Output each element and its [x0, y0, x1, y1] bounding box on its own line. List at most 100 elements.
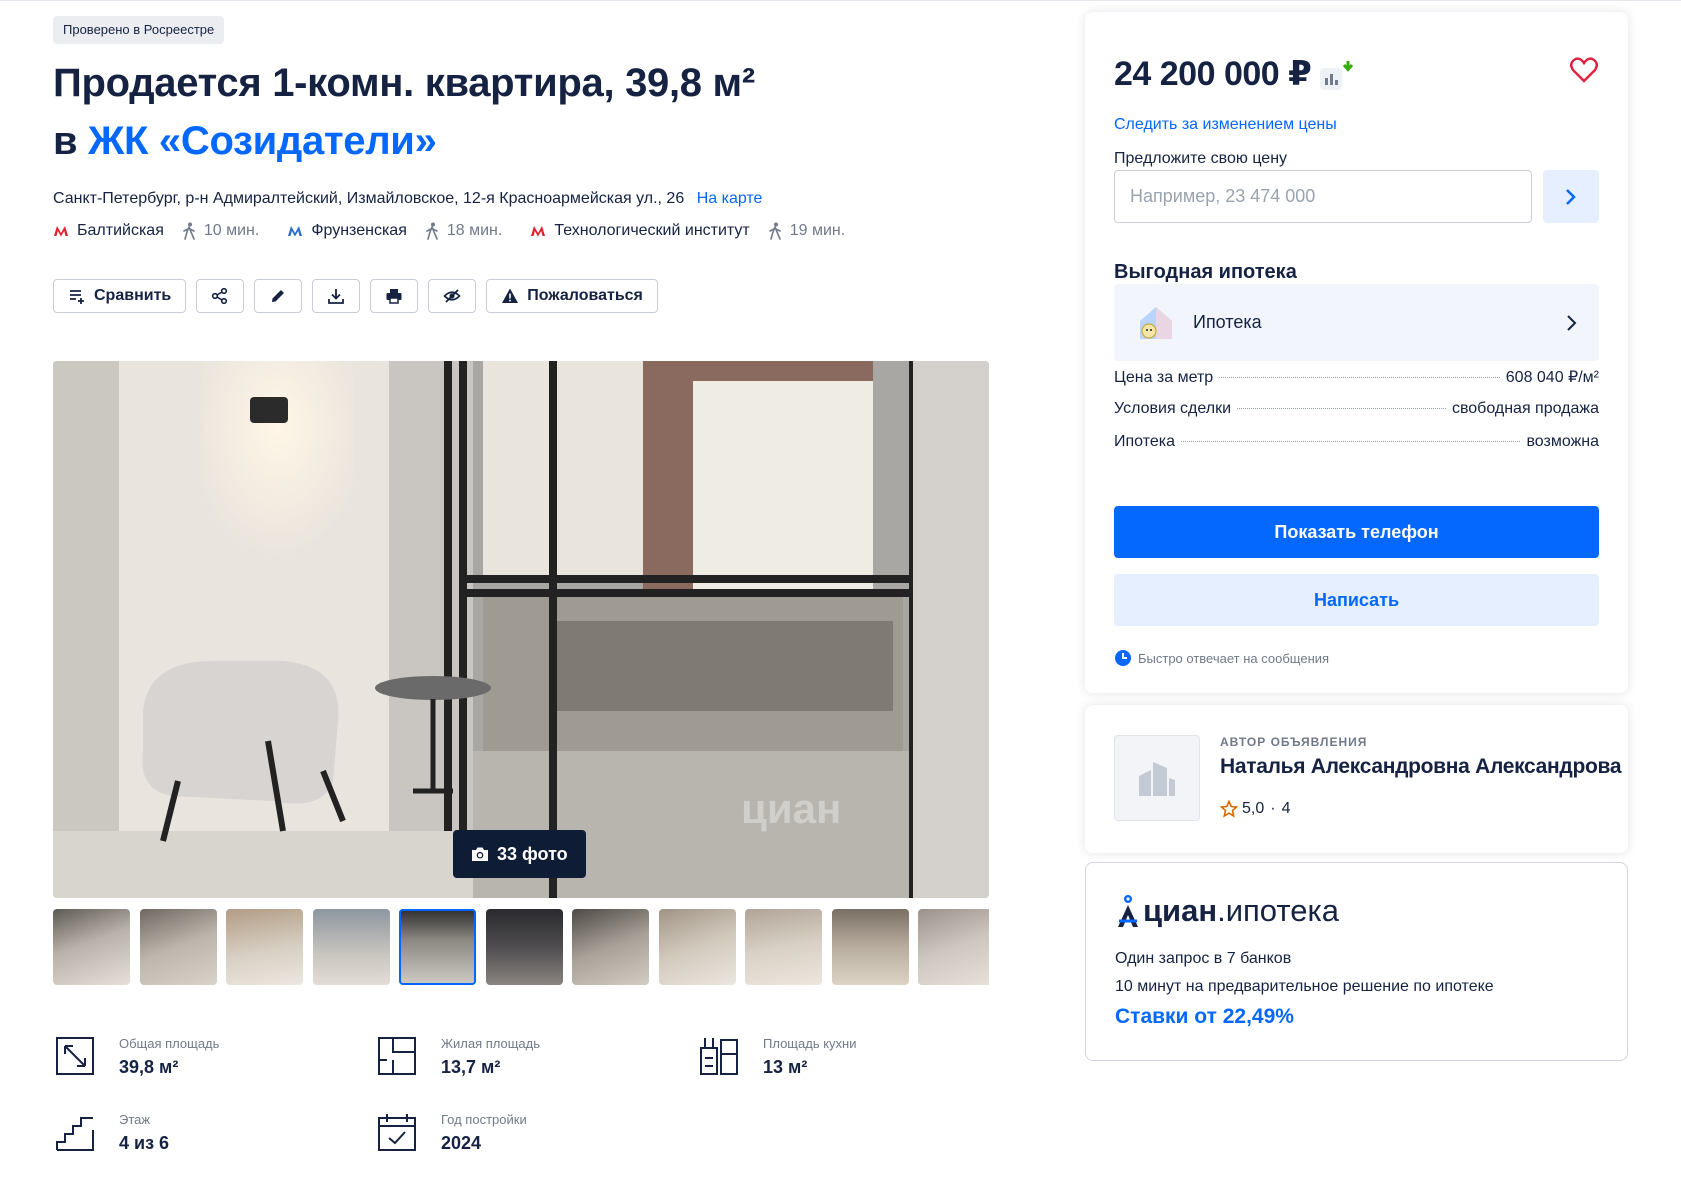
metro-item[interactable]: Технологический институт 19 мин.: [530, 222, 845, 240]
rosreestr-badge: Проверено в Росреестре: [53, 16, 225, 44]
top-divider: [0, 0, 1681, 1]
chevron-right-icon: [1566, 188, 1576, 205]
photo-count-button[interactable]: 33 фото: [453, 830, 586, 878]
author-card[interactable]: АВТОР ОБЪЯВЛЕНИЯ Наталья Александровна А…: [1085, 705, 1628, 853]
thumbnail[interactable]: [572, 909, 649, 985]
mortgage-row[interactable]: Ипотека: [1114, 284, 1599, 361]
follow-price-link[interactable]: Следить за изменением цены: [1114, 116, 1337, 134]
thumbnail[interactable]: [53, 909, 130, 985]
edit-button[interactable]: [254, 279, 303, 313]
download-button[interactable]: [312, 279, 361, 313]
photo-count-label: 33 фото: [497, 843, 568, 864]
calendar-icon: [378, 1114, 416, 1151]
spec-label: Условия сделки: [1114, 400, 1232, 417]
spec-value: свободная продажа: [1451, 400, 1599, 417]
area-icon: [56, 1037, 94, 1075]
page-title: Продается 1-комн. квартира, 39,8 м² в ЖК…: [53, 54, 755, 170]
thumbnail[interactable]: [918, 909, 989, 985]
cian-line-2: 10 минут на предварительное решение по и…: [1115, 978, 1494, 995]
offer-price-input[interactable]: Например, 23 474 000: [1114, 170, 1532, 223]
complain-button[interactable]: Пожаловаться: [486, 279, 658, 313]
main-photo[interactable]: циан 33 фото: [53, 361, 989, 898]
compare-button[interactable]: Сравнить: [53, 279, 187, 313]
show-phone-button[interactable]: Показать телефон: [1114, 506, 1599, 558]
spec-row: Ипотека возможна: [1114, 433, 1599, 451]
living-area-icon: [378, 1037, 416, 1075]
feature-value: 4 из 6: [119, 1133, 170, 1153]
price-history-icon[interactable]: [1318, 60, 1354, 92]
feature-label: Год постройки: [441, 1112, 527, 1127]
address: Санкт-Петербург, р-н Адмиралтейский, Изм…: [53, 190, 762, 208]
author-avatar: [1114, 735, 1200, 821]
fast-reply-text: Быстро отвечает на сообщения: [1138, 650, 1330, 666]
price-card: 24 200 000 ₽ Следить за изменением цены …: [1085, 12, 1628, 693]
walk-icon: [426, 222, 438, 240]
thumbnail-active[interactable]: [399, 909, 476, 985]
thumbnail[interactable]: [658, 909, 736, 985]
feature-total-area: Общая площадь 39,8 м²: [53, 1034, 219, 1078]
spec-value: возможна: [1526, 433, 1599, 450]
house-icon: [1140, 306, 1172, 339]
stairs-icon: [56, 1117, 94, 1151]
spec-dots: [1219, 377, 1500, 378]
thumbnail[interactable]: [831, 909, 909, 985]
hide-button[interactable]: [428, 279, 477, 313]
reviews-count: 4: [1281, 800, 1291, 817]
rating-value: 5,0: [1242, 800, 1265, 817]
map-link[interactable]: На карте: [697, 190, 763, 207]
download-icon: [328, 289, 345, 304]
thumbnail[interactable]: [745, 909, 822, 985]
feature-build-year: Год постройки 2024: [375, 1110, 527, 1154]
offer-price-label: Предложите свою цену: [1114, 150, 1288, 167]
compare-icon: [70, 290, 84, 304]
thumbnail-strip: [53, 909, 989, 985]
cian-line-1: Один запрос в 7 банков: [1115, 950, 1292, 967]
favorite-heart-icon[interactable]: [1569, 56, 1599, 84]
star-icon: [1220, 800, 1238, 818]
share-button[interactable]: [196, 279, 245, 313]
compare-label: Сравнить: [94, 287, 172, 304]
offer-submit-button[interactable]: [1543, 170, 1599, 223]
metro-name: Технологический институт: [554, 222, 750, 239]
feature-floor: Этаж 4 из 6: [53, 1110, 169, 1154]
pencil-icon: [272, 290, 285, 302]
cian-rates-link[interactable]: Ставки от 22,49%: [1115, 1005, 1294, 1029]
warning-icon: [502, 288, 519, 303]
thumbnail[interactable]: [226, 909, 303, 985]
complain-label: Пожаловаться: [527, 287, 643, 304]
print-icon: [386, 289, 402, 304]
spec-value: 608 040 ₽/м²: [1505, 369, 1599, 386]
title-prefix: в: [53, 119, 78, 163]
metro-item[interactable]: Балтийская 10 мин.: [53, 222, 259, 240]
chevron-right-icon: [1567, 314, 1577, 331]
feature-value: 13,7 м²: [441, 1057, 501, 1077]
action-toolbar: Сравнить Пожаловаться: [53, 279, 668, 313]
cian-mortgage-card[interactable]: циан .ипотека Один запрос в 7 банков 10 …: [1085, 862, 1628, 1061]
feature-value: 39,8 м²: [119, 1057, 179, 1077]
spec-dots: [1237, 408, 1446, 409]
thumbnail[interactable]: [312, 909, 390, 985]
complex-link[interactable]: ЖК «Созидатели»: [88, 119, 437, 163]
author-name[interactable]: Наталья Александровна Александрова: [1220, 755, 1622, 779]
room-photo-image: циан: [53, 361, 989, 898]
write-message-button[interactable]: Написать: [1114, 574, 1599, 626]
print-button[interactable]: [370, 279, 419, 313]
feature-label: Жилая площадь: [441, 1036, 541, 1051]
thumbnail[interactable]: [139, 909, 217, 985]
spec-row: Условия сделки свободная продажа: [1114, 400, 1599, 418]
thumbnail[interactable]: [485, 909, 563, 985]
cian-brand: циан: [1143, 893, 1218, 928]
metro-icon: [288, 226, 303, 237]
kitchen-icon: [700, 1038, 738, 1075]
camera-icon: [472, 847, 488, 861]
metro-icon: [531, 226, 546, 237]
spec-row: Цена за метр 608 040 ₽/м²: [1114, 367, 1599, 387]
spec-label: Ипотека: [1114, 433, 1176, 450]
cian-logo: циан .ипотека: [1115, 893, 1339, 929]
feature-living-area: Жилая площадь 13,7 м²: [375, 1034, 540, 1078]
metro-item[interactable]: Фрунзенская 18 мин.: [287, 222, 502, 240]
metro-name: Балтийская: [77, 222, 164, 239]
mortgage-heading: Выгодная ипотека: [1114, 261, 1297, 283]
metro-time: 18 мин.: [446, 222, 503, 239]
spec-label: Цена за метр: [1114, 369, 1214, 386]
